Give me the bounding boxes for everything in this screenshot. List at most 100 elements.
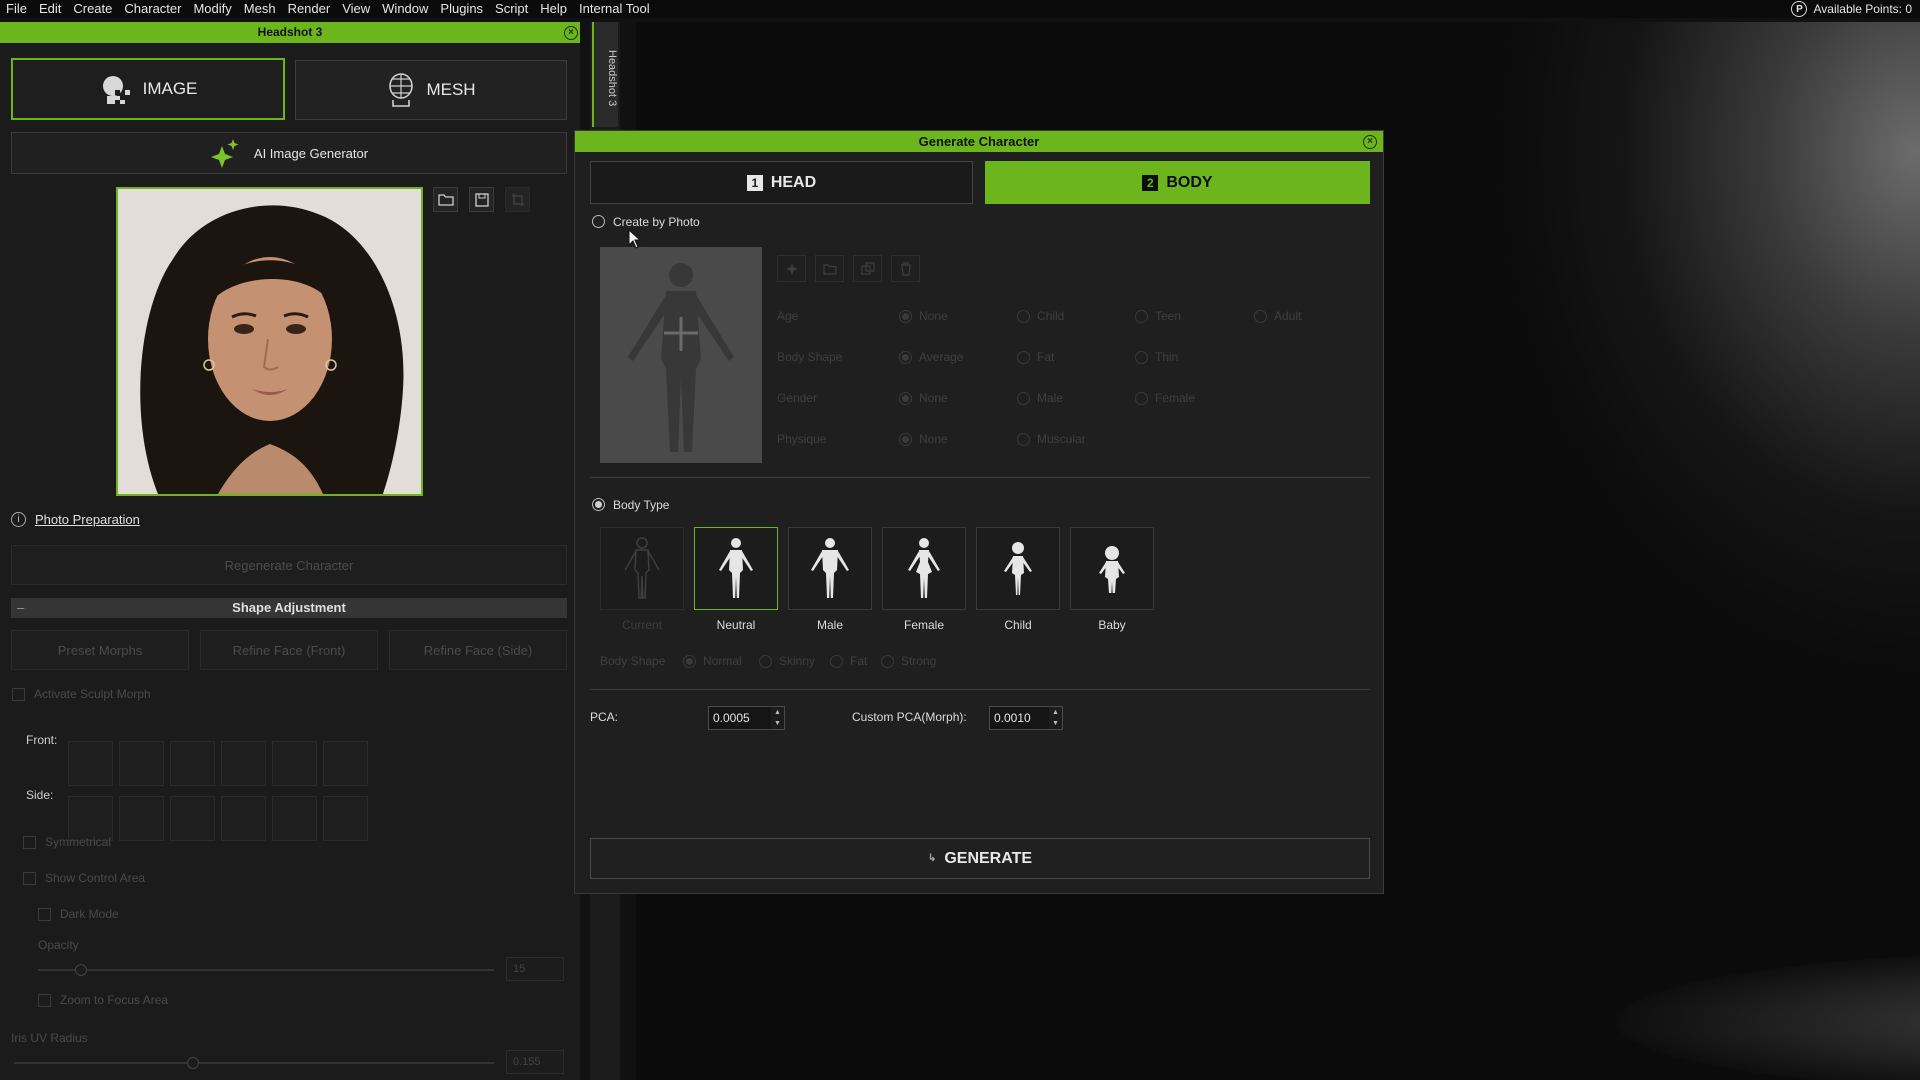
iris-input[interactable]: 0.155: [506, 1050, 564, 1074]
side-tool-5[interactable]: [272, 796, 317, 841]
body-shape-normal-radio[interactable]: [683, 655, 696, 668]
menu-mesh[interactable]: Mesh: [238, 0, 282, 18]
iris-slider-track[interactable]: [14, 1062, 494, 1064]
head-step-label: HEAD: [770, 173, 817, 191]
age-label: Age: [777, 309, 799, 323]
image-head-icon: [102, 76, 130, 104]
gender-female-radio[interactable]: [1135, 392, 1148, 405]
mesh-mode-button[interactable]: MESH: [295, 60, 567, 120]
shape-thin-radio[interactable]: [1135, 351, 1148, 364]
save-photo-button[interactable]: [469, 187, 494, 212]
body-type-neutral-card[interactable]: [694, 527, 778, 610]
body-shape-fat-radio[interactable]: [830, 655, 843, 668]
menu-render[interactable]: Render: [282, 0, 337, 18]
front-tool-4[interactable]: [221, 741, 266, 786]
menu-help[interactable]: Help: [534, 0, 573, 18]
physique-muscular-radio[interactable]: [1017, 433, 1030, 446]
zoom-focus-checkbox[interactable]: [38, 994, 51, 1007]
available-points[interactable]: P Available Points: 0: [1791, 0, 1912, 18]
open-folder-button[interactable]: [433, 187, 458, 212]
custom-pca-spinner[interactable]: ▲ ▼: [1049, 706, 1063, 730]
dialog-title: Generate Character: [918, 134, 1040, 149]
front-tool-5[interactable]: [272, 741, 317, 786]
crop-photo-button[interactable]: [505, 187, 530, 212]
opacity-slider-track[interactable]: [38, 969, 494, 971]
create-by-photo-radio[interactable]: [592, 215, 605, 228]
gender-none-radio[interactable]: [899, 392, 912, 405]
menu-character[interactable]: Character: [118, 0, 187, 18]
body-step-button[interactable]: 2 BODY: [985, 161, 1370, 204]
gender-male-radio[interactable]: [1017, 392, 1030, 405]
mesh-head-icon: [389, 73, 414, 107]
collapse-icon[interactable]: –: [17, 598, 24, 618]
photo-preparation: i Photo Preparation: [11, 512, 140, 527]
body-type-female-card[interactable]: [882, 527, 966, 610]
shape-fat-radio[interactable]: [1017, 351, 1030, 364]
custom-pca-input[interactable]: 0.0010: [989, 706, 1050, 730]
menu-file[interactable]: File: [0, 0, 33, 18]
refine-face-side-button[interactable]: Refine Face (Side): [389, 630, 567, 670]
photo-copy-button[interactable]: [853, 255, 882, 282]
front-tool-6[interactable]: [323, 741, 368, 786]
body-photo-placeholder[interactable]: [600, 247, 762, 463]
body-type-radio[interactable]: [592, 498, 605, 511]
age-child-radio[interactable]: [1017, 310, 1030, 323]
physique-none-radio[interactable]: [899, 433, 912, 446]
pca-input[interactable]: 0.0005: [708, 706, 772, 730]
photo-generate-button[interactable]: [777, 255, 806, 282]
activate-sculpt-checkbox[interactable]: [12, 688, 25, 701]
body-type-child-card[interactable]: [976, 527, 1060, 610]
menu-window[interactable]: Window: [376, 0, 434, 18]
symmetrical-checkbox[interactable]: [23, 836, 36, 849]
menu-edit[interactable]: Edit: [33, 0, 67, 18]
age-teen-radio[interactable]: [1135, 310, 1148, 323]
menu-internal-tool[interactable]: Internal Tool: [573, 0, 656, 18]
head-step-number: 1: [746, 174, 763, 191]
opacity-slider-handle[interactable]: [75, 964, 87, 976]
headshot-tab[interactable]: Headshot 3: [592, 22, 618, 127]
shape-adjustment-header[interactable]: – Shape Adjustment: [11, 598, 567, 618]
source-photo[interactable]: [116, 187, 423, 496]
photo-open-button[interactable]: [815, 255, 844, 282]
opacity-input[interactable]: 15: [506, 957, 564, 981]
sparkle-small-icon: [785, 262, 798, 275]
front-tool-2[interactable]: [119, 741, 164, 786]
age-adult-radio[interactable]: [1254, 310, 1267, 323]
iris-slider-handle[interactable]: [187, 1057, 199, 1069]
dark-mode-checkbox[interactable]: [38, 908, 51, 921]
body-shape-strong-radio[interactable]: [881, 655, 894, 668]
age-none-radio[interactable]: [899, 310, 912, 323]
menu-modify[interactable]: Modify: [187, 0, 237, 18]
shape-average-radio[interactable]: [899, 351, 912, 364]
pca-spinner[interactable]: ▲ ▼: [771, 706, 785, 730]
dialog-close-icon[interactable]: ×: [1363, 135, 1377, 149]
side-tool-2[interactable]: [119, 796, 164, 841]
show-control-area-checkbox[interactable]: [23, 872, 36, 885]
preset-morphs-button[interactable]: Preset Morphs: [11, 630, 189, 670]
photo-delete-button[interactable]: [891, 255, 920, 282]
divider: [590, 689, 1370, 690]
refine-face-front-button[interactable]: Refine Face (Front): [200, 630, 378, 670]
menu-script[interactable]: Script: [489, 0, 534, 18]
head-step-button[interactable]: 1 HEAD: [590, 161, 973, 204]
ai-image-generator-button[interactable]: AI Image Generator: [11, 132, 567, 174]
image-mode-button[interactable]: IMAGE: [11, 58, 285, 120]
photo-preparation-link[interactable]: Photo Preparation: [35, 512, 140, 527]
side-tool-6[interactable]: [323, 796, 368, 841]
generate-button[interactable]: ↳ GENERATE: [590, 838, 1370, 879]
front-tool-3[interactable]: [170, 741, 215, 786]
headshot-tab-label: Headshot 3: [606, 50, 618, 107]
front-tool-1[interactable]: [68, 741, 113, 786]
side-tool-3[interactable]: [170, 796, 215, 841]
side-tool-4[interactable]: [221, 796, 266, 841]
symmetrical-label: Symmetrical: [45, 835, 112, 849]
body-type-current-card[interactable]: [600, 527, 684, 610]
menu-view[interactable]: View: [336, 0, 376, 18]
body-type-baby-card[interactable]: [1070, 527, 1154, 610]
menu-plugins[interactable]: Plugins: [434, 0, 489, 18]
menu-create[interactable]: Create: [67, 0, 118, 18]
close-icon[interactable]: ×: [564, 26, 578, 40]
body-type-male-card[interactable]: [788, 527, 872, 610]
regenerate-character-button[interactable]: Regenerate Character: [11, 545, 567, 585]
body-shape-skinny-radio[interactable]: [759, 655, 772, 668]
